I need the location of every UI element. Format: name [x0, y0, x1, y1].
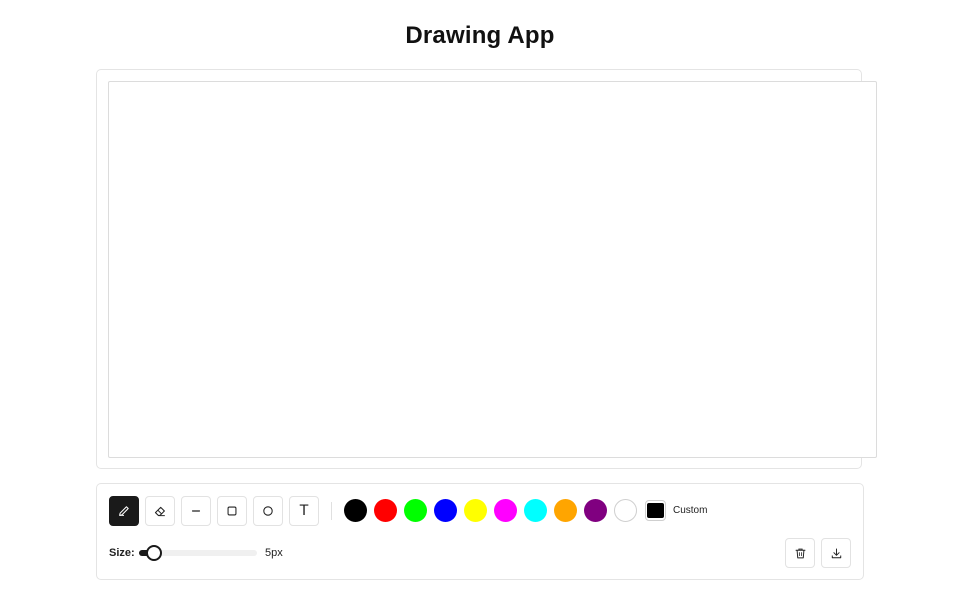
- color-swatch-orange[interactable]: [554, 499, 577, 522]
- color-swatch-cyan[interactable]: [524, 499, 547, 522]
- custom-color-preview: [647, 503, 664, 518]
- line-icon: [191, 510, 201, 512]
- color-swatch-white[interactable]: [614, 499, 637, 522]
- color-swatch-black[interactable]: [344, 499, 367, 522]
- color-swatch-green[interactable]: [404, 499, 427, 522]
- color-swatch-blue[interactable]: [434, 499, 457, 522]
- circle-tool-button[interactable]: [253, 496, 283, 526]
- circle-icon: [263, 506, 273, 516]
- brush-size-label: Size:: [109, 547, 135, 559]
- text-tool-button[interactable]: T: [289, 496, 319, 526]
- brush-size-slider-thumb[interactable]: [146, 545, 162, 561]
- toolbar-divider: [331, 502, 332, 520]
- square-icon: [227, 506, 237, 516]
- clear-canvas-button[interactable]: [785, 538, 815, 568]
- eraser-icon: [154, 506, 165, 517]
- page-title: Drawing App: [405, 22, 555, 49]
- download-button[interactable]: [821, 538, 851, 568]
- color-swatch-yellow[interactable]: [464, 499, 487, 522]
- brush-size-value: 5px: [265, 547, 283, 559]
- toolbar: [96, 483, 864, 580]
- color-swatch-purple[interactable]: [584, 499, 607, 522]
- custom-color-label: Custom: [673, 505, 708, 516]
- download-icon: [831, 548, 841, 558]
- custom-color-picker[interactable]: [645, 500, 666, 521]
- drawing-canvas[interactable]: [108, 81, 877, 458]
- rectangle-tool-button[interactable]: [217, 496, 247, 526]
- trash-icon: [795, 548, 805, 558]
- line-tool-button[interactable]: [181, 496, 211, 526]
- color-swatch-red[interactable]: [374, 499, 397, 522]
- pencil-icon: [119, 506, 129, 516]
- eraser-tool-button[interactable]: [145, 496, 175, 526]
- color-swatch-magenta[interactable]: [494, 499, 517, 522]
- text-icon: T: [299, 503, 309, 519]
- pen-tool-button[interactable]: [109, 496, 139, 526]
